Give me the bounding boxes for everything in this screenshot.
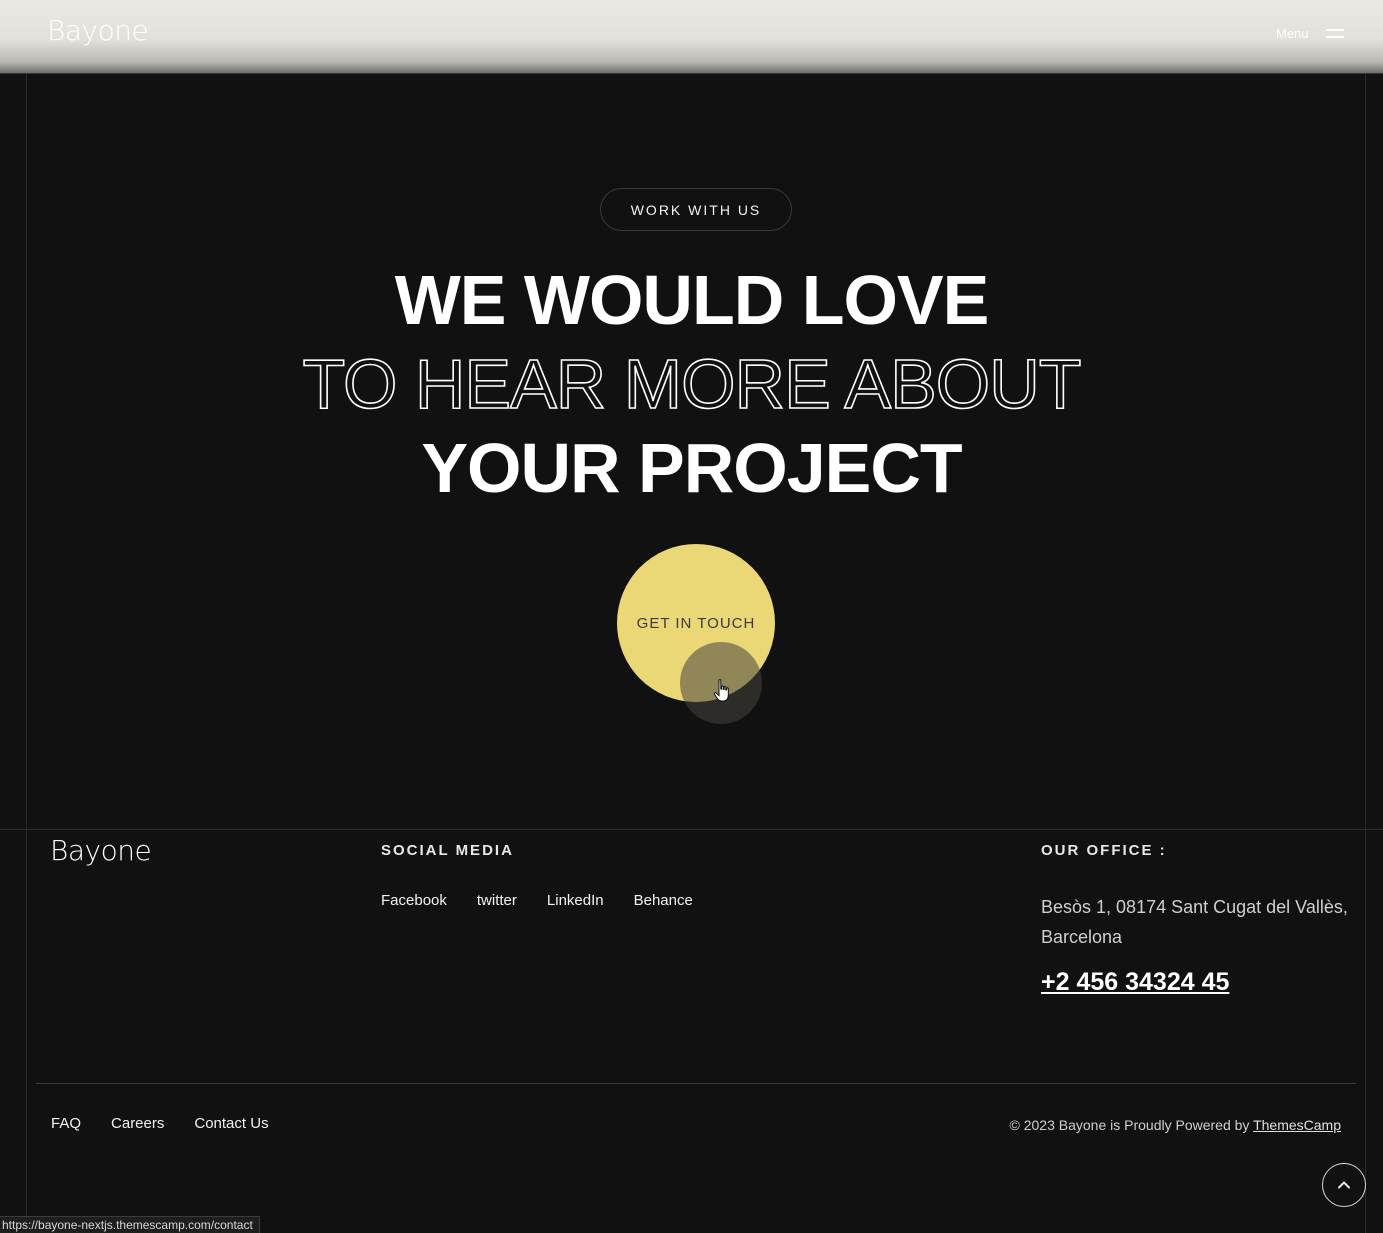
office-phone-link[interactable]: +2 456 34324 45 [1041,968,1229,997]
scroll-to-top-button[interactable] [1322,1163,1366,1207]
headline-line-2: TO HEAR MORE ABOUT [302,344,1083,424]
social-links: Facebook twitter LinkedIn Behance [381,892,693,909]
menu-label[interactable]: Menu [1276,26,1309,41]
footer-bottom-links: FAQ Careers Contact Us [51,1115,269,1132]
header-logo[interactable]: Bayone [47,14,149,47]
hamburger-icon[interactable] [1326,28,1344,40]
copyright-prefix: © 2023 Bayone is Proudly Powered by [1009,1117,1254,1133]
guide-line-left [26,0,27,1233]
social-link-facebook[interactable]: Facebook [381,892,447,909]
headline-line-3: YOUR PROJECT [421,429,962,507]
social-link-twitter[interactable]: twitter [477,892,517,909]
work-with-us-badge: WORK WITH US [600,188,792,231]
social-media-heading: SOCIAL MEDIA [381,842,514,859]
site-header: Bayone Menu [0,0,1383,74]
hand-pointer-icon [713,679,729,702]
office-address: Besòs 1, 08174 Sant Cugat del Vallès, Ba… [1041,897,1348,947]
footer-divider [36,1083,1356,1084]
social-link-behance[interactable]: Behance [634,892,693,909]
social-link-linkedin[interactable]: LinkedIn [547,892,604,909]
footer-link-careers[interactable]: Careers [111,1115,164,1132]
copyright-text: © 2023 Bayone is Proudly Powered by Them… [1010,1117,1341,1133]
get-in-touch-label: GET IN TOUCH [636,614,756,632]
footer-top-divider [0,829,1383,830]
status-bar-url: https://bayone-nextjs.themescamp.com/con… [0,1216,260,1233]
footer-link-faq[interactable]: FAQ [51,1115,81,1132]
guide-line-right [1365,0,1366,1233]
footer-link-contact-us[interactable]: Contact Us [194,1115,268,1132]
themescamp-link[interactable]: ThemesCamp [1253,1117,1341,1133]
page: Bayone Menu WORK WITH US WE WOULD LOVE T… [0,0,1383,1233]
headline-line-1: WE WOULD LOVE [394,261,990,339]
chevron-up-icon [1338,1181,1350,1189]
office-heading: OUR OFFICE : [1041,842,1167,859]
footer-logo[interactable]: Bayone [50,834,152,867]
